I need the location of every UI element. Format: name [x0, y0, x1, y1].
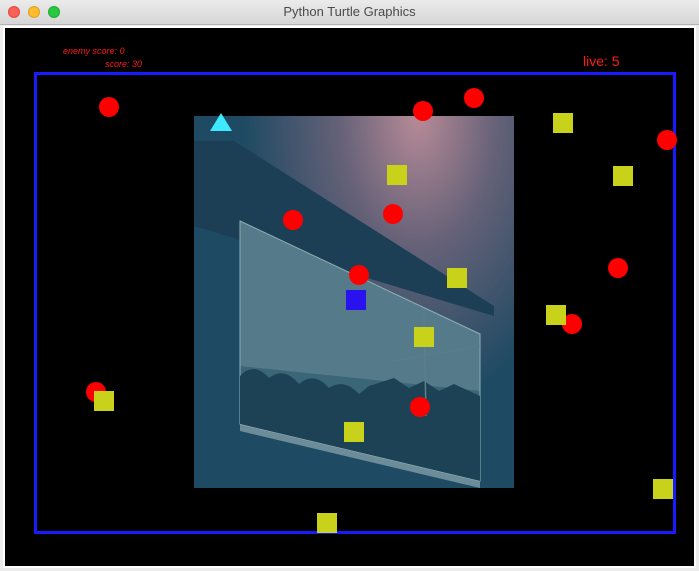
- enemy-dot: [383, 204, 403, 224]
- food-square: [653, 479, 673, 499]
- window-title: Python Turtle Graphics: [283, 4, 416, 19]
- enemy-dot: [410, 397, 430, 417]
- food-square: [553, 113, 573, 133]
- food-square: [344, 422, 364, 442]
- enemy-dot: [464, 88, 484, 108]
- score-label: score: 30: [105, 59, 143, 69]
- food-square: [94, 391, 114, 411]
- enemy-dot: [608, 258, 628, 278]
- title-bar[interactable]: Python Turtle Graphics: [0, 0, 699, 25]
- food-square: [613, 166, 633, 186]
- lives-label: live: 5: [583, 53, 620, 69]
- enemy-dot: [349, 265, 369, 285]
- enemy-score-label: enemy score: 0: [63, 46, 125, 56]
- enemy-dot: [413, 101, 433, 121]
- turtle-canvas[interactable]: enemy score: 0 score: 30 live: 5: [5, 28, 694, 566]
- food-square: [387, 165, 407, 185]
- turtle-canvas-frame: enemy score: 0 score: 30 live: 5: [3, 26, 696, 568]
- food-square: [414, 327, 434, 347]
- enemy-dot: [99, 97, 119, 117]
- player-square: [346, 290, 366, 310]
- enemy-dot: [657, 130, 677, 150]
- food-square: [546, 305, 566, 325]
- enemy-dot: [283, 210, 303, 230]
- food-square: [317, 513, 337, 533]
- turtle-cursor-icon: [210, 113, 232, 131]
- food-square: [447, 268, 467, 288]
